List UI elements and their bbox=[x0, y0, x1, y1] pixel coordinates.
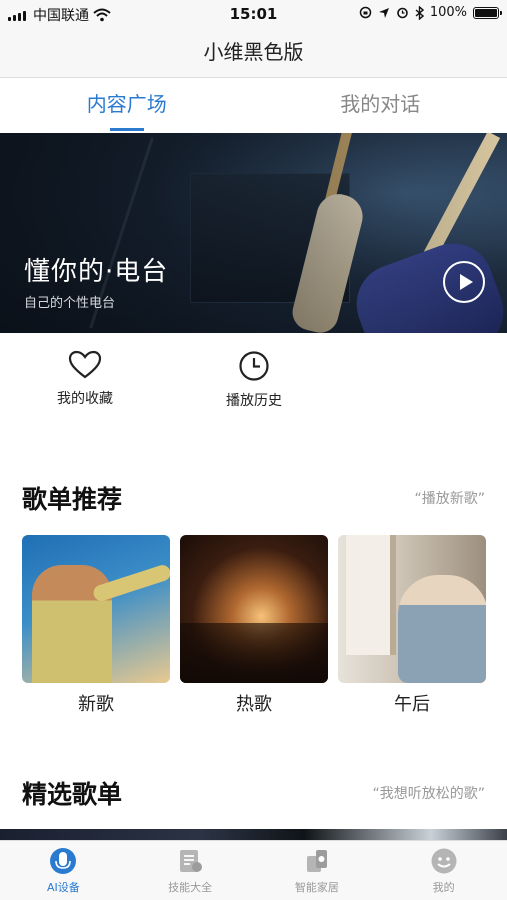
status-bar: 中国联通 15:01 100% bbox=[0, 0, 507, 28]
bluetooth-icon bbox=[415, 5, 424, 20]
playlist-label: 热歌 bbox=[236, 694, 272, 715]
heart-icon bbox=[68, 350, 102, 379]
nav-bar: 小维黑色版 bbox=[0, 28, 507, 78]
rotation-lock-icon bbox=[359, 6, 372, 19]
page-title: 小维黑色版 bbox=[203, 40, 304, 64]
alarm-icon bbox=[397, 7, 408, 19]
playlist-card-new-songs[interactable] bbox=[22, 535, 170, 683]
tabbar-label: 智能家居 bbox=[294, 881, 339, 894]
tabbar-label: 我的 bbox=[432, 881, 455, 894]
profile-icon bbox=[431, 848, 457, 874]
favorites-label: 我的收藏 bbox=[57, 391, 113, 407]
voice-hint-relaxing[interactable]: “我想听放松的歌” bbox=[372, 783, 485, 803]
bottom-tab-bar: AI设备 技能大全 智能家居 我的 bbox=[0, 840, 507, 900]
playlist-label: 新歌 bbox=[78, 694, 114, 715]
status-right: 100% bbox=[359, 5, 502, 20]
location-icon bbox=[378, 7, 389, 18]
tabbar-smart-home[interactable]: 智能家居 bbox=[254, 841, 381, 900]
favorites-button[interactable]: 我的收藏 bbox=[35, 350, 135, 408]
content-tabs: 内容广场 我的对话 bbox=[0, 79, 507, 133]
radio-banner[interactable]: 懂你的·电台 自己的个性电台 bbox=[0, 133, 507, 333]
tab-content-square[interactable]: 内容广场 bbox=[0, 79, 254, 133]
clock-icon bbox=[239, 351, 269, 381]
banner-subtitle: 自己的个性电台 bbox=[24, 296, 116, 311]
section-title-featured: 精选歌单 bbox=[22, 780, 123, 809]
play-history-label: 播放历史 bbox=[226, 393, 282, 409]
banner-title: 懂你的·电台 bbox=[24, 257, 169, 287]
play-icon[interactable] bbox=[443, 261, 485, 303]
battery-icon bbox=[473, 6, 502, 19]
voice-hint-new-songs[interactable]: “播放新歌” bbox=[414, 488, 485, 508]
playlist-card-hot-songs[interactable] bbox=[180, 535, 328, 683]
tab-my-conversations[interactable]: 我的对话 bbox=[254, 79, 507, 133]
tabbar-label: 技能大全 bbox=[168, 881, 213, 894]
section-title-playlist-recommend: 歌单推荐 bbox=[22, 485, 123, 514]
microphone-icon bbox=[50, 848, 77, 874]
battery-percent: 100% bbox=[429, 5, 467, 20]
smart-home-icon bbox=[306, 850, 327, 872]
tabbar-label: AI设备 bbox=[46, 881, 80, 894]
skills-icon bbox=[180, 850, 203, 872]
tabbar-profile[interactable]: 我的 bbox=[380, 841, 507, 900]
tabbar-ai-device[interactable]: AI设备 bbox=[0, 841, 127, 900]
tabbar-skills[interactable]: 技能大全 bbox=[127, 841, 254, 900]
playlist-card-afternoon[interactable] bbox=[338, 535, 486, 683]
play-history-button[interactable]: 播放历史 bbox=[204, 350, 304, 410]
playlist-label: 午后 bbox=[394, 694, 430, 715]
